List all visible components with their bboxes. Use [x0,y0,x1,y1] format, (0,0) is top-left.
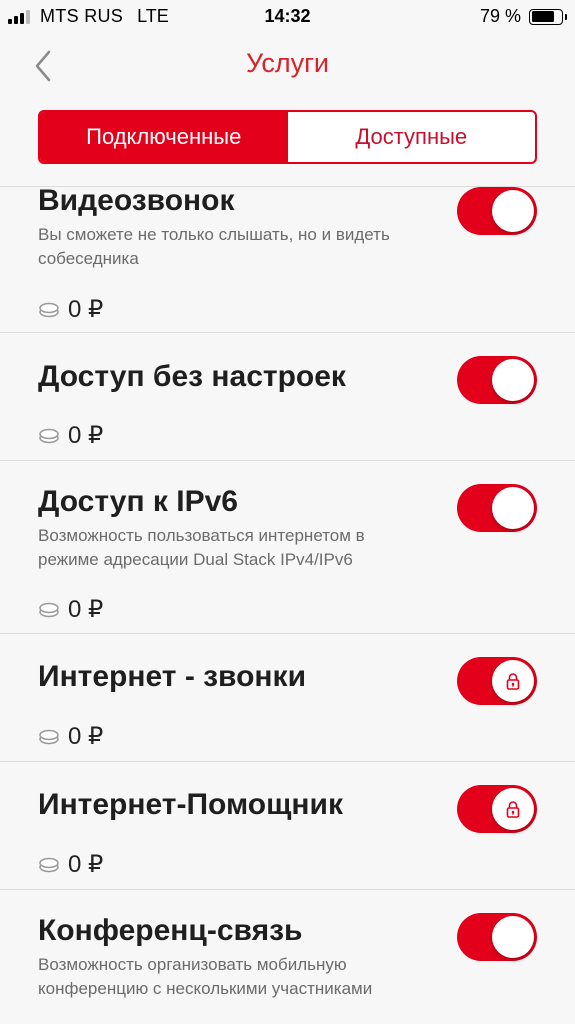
toggle-knob [492,359,534,401]
service-price: 0 ₽ [38,595,103,624]
toggle-knob [492,190,534,232]
toggle-knob [492,788,534,830]
service-item-conference-call: Конференц-связь Возможность организовать… [0,890,575,1024]
coins-icon [39,302,59,317]
service-price: 0 ₽ [38,850,103,879]
service-item-video-call: Видеозвонок Вы сможете не только слышать… [0,187,575,333]
service-price: 0 ₽ [38,295,103,324]
service-item-access-without-settings: Доступ без настроек 0 ₽ [0,333,575,461]
services-list: Видеозвонок Вы сможете не только слышать… [0,187,575,1024]
price-value: 0 ₽ [68,422,104,449]
service-price: 0 ₽ [38,722,103,751]
lock-icon [506,801,520,818]
service-toggle-locked[interactable] [457,657,537,705]
coins-icon [39,729,59,744]
toggle-knob [492,487,534,529]
coins-icon [39,602,59,617]
service-description-line: конференцию с несколькими участниками [38,979,373,998]
toggle-knob [492,916,534,958]
service-toggle-locked[interactable] [457,785,537,833]
battery-icon [529,8,567,25]
battery-info: 79 % [479,6,567,27]
price-value: 0 ₽ [68,723,104,750]
lock-icon [506,673,520,690]
service-description-line: Вы сможете не только слышать, но и видет… [38,225,390,244]
coins-icon [39,428,59,443]
service-item-internet-calls: Интернет - звонки 0 ₽ [0,634,575,762]
service-item-internet-assistant: Интернет-Помощник 0 ₽ [0,762,575,890]
service-description-line: Возможность пользоваться интернетом в [38,526,365,545]
service-description-line: Возможность организовать мобильную [38,955,347,974]
service-toggle[interactable] [457,913,537,961]
service-description-line: собеседника [38,249,139,268]
tab-connected[interactable]: Подключенные [40,112,288,162]
service-toggle[interactable] [457,187,537,235]
status-bar: MTS RUS LTE 14:32 79 % [0,0,575,34]
service-title: Доступ без настроек [38,360,346,393]
service-toggle[interactable] [457,356,537,404]
service-description: Возможность пользоваться интернетом в ре… [38,524,438,572]
tab-available[interactable]: Доступные [288,112,536,162]
service-title: Видеозвонок [38,187,235,217]
service-item-ipv6-access: Доступ к IPv6 Возможность пользоваться и… [0,461,575,634]
battery-percent: 79 % [479,6,521,26]
coins-icon [39,857,59,872]
service-toggle[interactable] [457,484,537,532]
service-title: Доступ к IPv6 [38,485,238,518]
service-price: 0 ₽ [38,421,103,450]
price-value: 0 ₽ [68,296,104,323]
service-title: Интернет - звонки [38,660,307,693]
toggle-knob [492,660,534,702]
page-title: Услуги [245,48,330,78]
price-value: 0 ₽ [68,851,104,878]
service-description-line: режиме адресации Dual Stack IPv4/IPv6 [38,550,353,569]
navigation-bar: Услуги [0,34,575,98]
service-description: Возможность организовать мобильную конфе… [38,953,438,1001]
service-description: Вы сможете не только слышать, но и видет… [38,223,438,271]
service-title: Конференц-связь [38,914,303,947]
service-title: Интернет-Помощник [38,788,343,821]
price-value: 0 ₽ [68,596,104,623]
services-segmented-control: Подключенные Доступные [38,110,537,164]
